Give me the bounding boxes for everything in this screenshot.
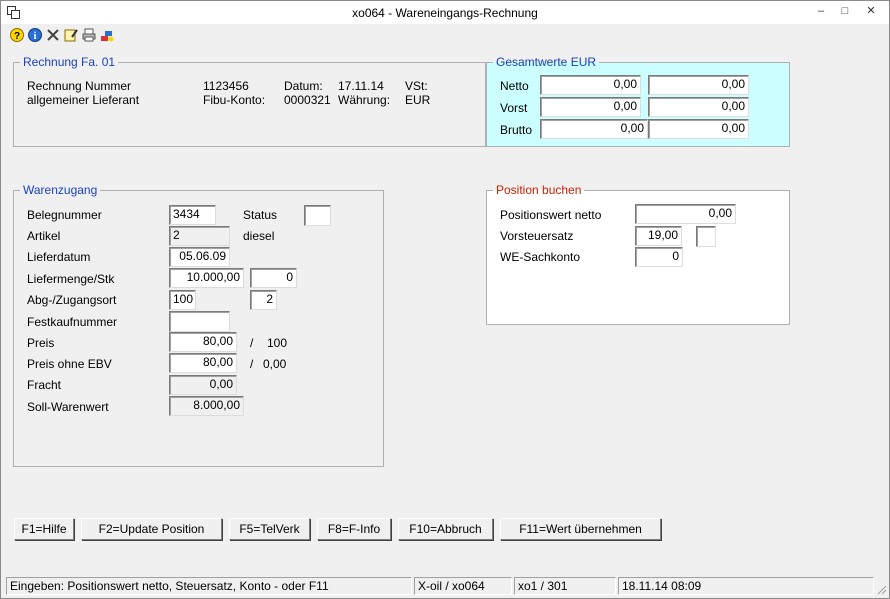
minimize-button[interactable]: – <box>809 3 833 21</box>
netto-label: Netto <box>500 79 529 93</box>
preis-ohne-ebv-field[interactable]: 80,00 <box>169 353 237 373</box>
vorst-value-1: 0,00 <box>540 97 641 117</box>
fibu-konto-value: 0000321 <box>284 93 331 107</box>
rechnung-nummer-value: 1123456 <box>203 79 249 93</box>
brutto-value-2: 0,00 <box>648 119 749 139</box>
preis-ohne-ebv-label: Preis ohne EBV <box>27 357 112 371</box>
artikel-name: diesel <box>243 229 275 243</box>
status-bar: Eingeben: Positionswert netto, Steuersat… <box>4 577 886 595</box>
window-title: xo064 - Wareneingangs-Rechnung <box>352 6 538 20</box>
preis-per: 100 <box>267 336 288 350</box>
print-icon[interactable] <box>81 27 97 43</box>
zugangsort-field[interactable]: 2 <box>250 290 277 310</box>
help-icon[interactable]: ? <box>9 27 25 43</box>
gesamtwerte-group-title: Gesamtwerte EUR <box>493 55 600 69</box>
sachkonto-label: WE-Sachkonto <box>500 250 581 264</box>
lieferdatum-field[interactable]: 05.06.09 <box>169 247 230 267</box>
brutto-value-1: 0,00 <box>540 119 648 139</box>
datum-label: Datum: <box>284 79 323 93</box>
waehrung-value: EUR <box>405 93 431 107</box>
delete-icon[interactable] <box>45 27 61 43</box>
svg-text:?: ? <box>14 31 20 42</box>
rechnung-group-title: Rechnung Fa. 01 <box>20 55 119 69</box>
positionswert-field[interactable]: 0,00 <box>635 204 736 224</box>
preis-ohne-per: 0,00 <box>263 357 287 371</box>
festkauf-label: Festkaufnummer <box>27 315 118 329</box>
fibu-konto-label: Fibu-Konto: <box>203 93 266 107</box>
status-label: Status <box>243 208 278 222</box>
abgangsort-field[interactable]: 100 <box>169 290 196 310</box>
artikel-field: 2 <box>169 226 230 246</box>
stk-field[interactable]: 0 <box>250 268 297 288</box>
position-group-title: Position buchen <box>493 183 585 197</box>
rechnung-nummer-label: Rechnung Nummer <box>27 79 132 93</box>
abgzugang-label: Abg-/Zugangsort <box>27 293 117 307</box>
maximize-button[interactable]: □ <box>833 3 857 21</box>
title-bar: xo064 - Wareneingangs-Rechnung – □ ✕ <box>1 1 889 24</box>
vst-label: VSt: <box>405 79 428 93</box>
preis-label: Preis <box>27 336 55 350</box>
sachkonto-field[interactable]: 0 <box>635 247 683 267</box>
f11-wert-uebernehmen-button[interactable]: F11=Wert übernehmen <box>500 518 661 540</box>
vorst-label: Vorst <box>500 101 528 115</box>
belegnummer-label: Belegnummer <box>27 208 102 222</box>
svg-text:i: i <box>34 31 37 42</box>
soll-warenwert-field: 8.000,00 <box>169 396 244 416</box>
preis-ohne-slash: / <box>250 357 254 371</box>
paint-icon[interactable] <box>99 27 115 43</box>
netto-value-2: 0,00 <box>648 75 749 95</box>
festkauf-field[interactable] <box>169 311 230 332</box>
info-icon[interactable]: i <box>27 27 43 43</box>
waehrung-label: Währung: <box>338 93 391 107</box>
status-user: xo1 / 301 <box>514 577 616 595</box>
brutto-label: Brutto <box>500 123 533 137</box>
warenzugang-group-title: Warenzugang <box>20 183 101 197</box>
belegnummer-field[interactable]: 3434 <box>169 205 216 225</box>
vorsteuersatz-label: Vorsteuersatz <box>500 229 574 243</box>
fracht-field: 0,00 <box>169 375 237 395</box>
resize-grip-icon[interactable] <box>875 583 887 595</box>
f5-telverk-button[interactable]: F5=TelVerk <box>229 518 310 540</box>
fracht-label: Fracht <box>27 378 62 392</box>
status-field[interactable] <box>304 205 331 226</box>
lieferdatum-label: Lieferdatum <box>27 250 91 264</box>
f10-abbruch-button[interactable]: F10=Abbruch <box>398 518 493 540</box>
preis-field[interactable]: 80,00 <box>169 332 237 352</box>
status-datetime: 18.11.14 08:09 <box>618 577 874 595</box>
datum-value: 17.11.14 <box>338 79 384 93</box>
f2-update-position-button[interactable]: F2=Update Position <box>81 518 222 540</box>
preis-slash: / <box>250 336 254 350</box>
vorsteuersatz-field[interactable]: 19,00 <box>635 226 682 246</box>
status-message: Eingeben: Positionswert netto, Steuersat… <box>6 577 412 595</box>
liefermenge-label: Liefermenge/Stk <box>27 272 115 286</box>
positionswert-label: Positionswert netto <box>500 208 602 222</box>
main-window: xo064 - Wareneingangs-Rechnung – □ ✕ ? i <box>0 0 890 599</box>
artikel-label: Artikel <box>27 229 61 243</box>
f1-help-button[interactable]: F1=Hilfe <box>14 518 74 540</box>
liefermenge-field[interactable]: 10.000,00 <box>169 268 244 288</box>
f8-finfo-button[interactable]: F8=F-Info <box>317 518 391 540</box>
vorst-value-2: 0,00 <box>648 97 749 117</box>
lieferant-label: allgemeiner Lieferant <box>27 93 140 107</box>
soll-warenwert-label: Soll-Warenwert <box>27 400 109 414</box>
toolbar: ? i <box>1 25 889 45</box>
vorsteuer-code-field[interactable] <box>696 226 716 247</box>
close-button[interactable]: ✕ <box>859 3 883 21</box>
status-program: X-oil / xo064 <box>414 577 512 595</box>
netto-value-1: 0,00 <box>540 75 641 95</box>
edit-icon[interactable] <box>63 27 79 43</box>
